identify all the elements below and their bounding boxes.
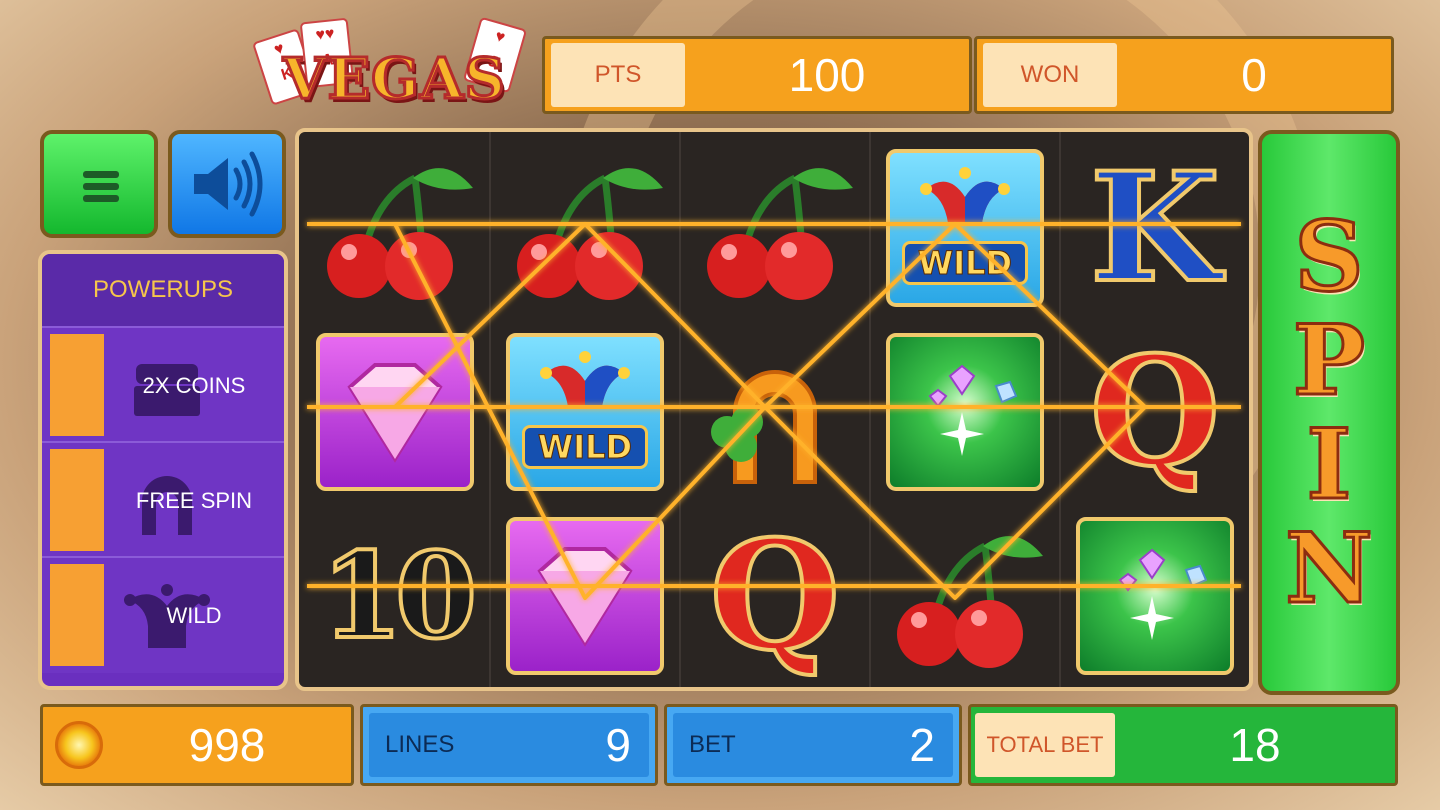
symbol-gem xyxy=(311,328,479,496)
sound-button[interactable] xyxy=(168,130,286,238)
powerup-bar xyxy=(50,334,104,436)
reel-divider xyxy=(1059,132,1061,687)
symbol-green-gems xyxy=(881,328,1049,496)
reel-divider xyxy=(489,132,491,687)
spin-letter: P xyxy=(1291,303,1366,417)
total-bet-value: 18 xyxy=(1229,719,1281,771)
vegas-logo: ♥ K ♥♥ A ♥ J VEGAS xyxy=(251,16,540,114)
cherry-icon xyxy=(707,168,853,300)
symbol-cherry xyxy=(881,512,1049,680)
spin-letter: I xyxy=(1305,407,1353,521)
jester-hat-icon xyxy=(540,351,630,407)
coin-icon xyxy=(55,721,103,769)
powerup-bar xyxy=(50,449,104,551)
symbol-cherry xyxy=(691,144,859,312)
symbol-king: K xyxy=(1071,144,1239,312)
lines-label: LINES xyxy=(385,731,455,758)
cherry-icon xyxy=(327,168,473,300)
bet-value: 2 xyxy=(909,719,935,771)
slot-reels: 10 WILD Q WILD K Q xyxy=(295,128,1253,691)
jester-hat-icon xyxy=(920,167,1010,223)
symbol-gem xyxy=(501,512,669,680)
coins-value: 998 xyxy=(188,719,266,771)
reel-divider xyxy=(679,132,681,687)
symbol-ten: 10 xyxy=(311,512,479,680)
bet-label: BET xyxy=(689,731,736,758)
symbol-wild: WILD xyxy=(881,144,1049,312)
total-bet-display: TOTAL BET 18 xyxy=(968,704,1398,786)
coins-display: 998 xyxy=(40,704,354,786)
symbol-horseshoe xyxy=(691,328,859,496)
won-display: WON 0 xyxy=(974,36,1394,114)
speaker-icon xyxy=(194,151,263,217)
menu-button[interactable] xyxy=(40,130,158,238)
cherry-icon xyxy=(897,536,1043,668)
queen-symbol: Q xyxy=(1088,324,1223,500)
points-display: PTS 100 xyxy=(542,36,972,114)
gems-sparkle-icon xyxy=(1118,548,1208,640)
ten-symbol: 10 xyxy=(319,526,479,665)
cherry-icon xyxy=(517,168,663,300)
powerup-label: 2X COINS xyxy=(142,372,246,398)
bet-selector[interactable]: BET 2 xyxy=(664,704,962,786)
powerups-panel: POWERUPS 2X COINS FREE SPIN WILD xyxy=(38,250,288,690)
horseshoe-clover-icon xyxy=(711,370,817,484)
diamond-icon xyxy=(347,363,443,463)
symbol-wild: WILD xyxy=(501,328,669,496)
powerup-label: WILD xyxy=(166,602,222,628)
points-label: PTS xyxy=(551,43,685,107)
symbol-green-gems xyxy=(1071,512,1239,680)
powerup-label: FREE SPIN xyxy=(135,487,253,513)
total-bet-label: TOTAL BET xyxy=(975,713,1115,777)
symbol-queen: Q xyxy=(691,512,859,680)
wild-label: WILD xyxy=(902,241,1028,285)
points-value: 100 xyxy=(788,49,866,101)
diamond-icon xyxy=(537,547,633,647)
won-label: WON xyxy=(983,43,1117,107)
spin-button[interactable]: S P I N xyxy=(1258,130,1400,695)
logo-text: VEGAS xyxy=(282,45,507,114)
won-value: 0 xyxy=(1241,49,1267,101)
symbol-cherry xyxy=(311,144,479,312)
symbol-cherry xyxy=(501,144,669,312)
spin-letter: S xyxy=(1293,199,1365,313)
powerups-title: POWERUPS xyxy=(42,254,284,328)
reel-divider xyxy=(869,132,871,687)
spin-letter: N xyxy=(1284,511,1375,625)
lines-value: 9 xyxy=(605,719,631,771)
powerup-free-spin[interactable]: FREE SPIN xyxy=(42,443,284,558)
wild-label: WILD xyxy=(522,425,648,469)
powerup-bar xyxy=(50,564,104,666)
symbol-queen: Q xyxy=(1071,328,1239,496)
powerup-wild[interactable]: WILD xyxy=(42,558,284,673)
lines-selector[interactable]: LINES 9 xyxy=(360,704,658,786)
powerup-2x-coins[interactable]: 2X COINS xyxy=(42,328,284,443)
king-symbol: K xyxy=(1088,140,1222,316)
queen-symbol: Q xyxy=(708,508,843,684)
gems-sparkle-icon xyxy=(928,364,1018,456)
